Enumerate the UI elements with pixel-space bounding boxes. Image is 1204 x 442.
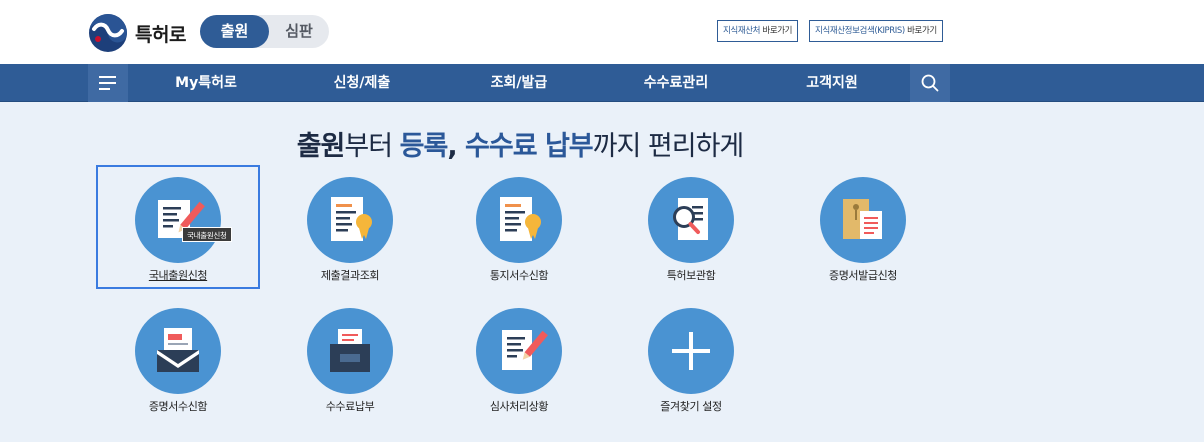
kipris-shortcut-name: 지식재산정보검색(KIPRIS) [815, 26, 905, 36]
main-nav: My특허로 신청/제출 조회/발급 수수료관리 고객지원 [0, 64, 1204, 102]
service-icon-circle [476, 308, 562, 394]
nav-customer-support[interactable]: 고객지원 [774, 64, 890, 102]
pencil-document-icon [158, 200, 205, 238]
service-label: 수수료납부 [325, 400, 375, 413]
tab-application[interactable]: 출원 [200, 15, 269, 48]
service-favorites-settings[interactable]: 즐겨찾기 설정 [611, 298, 771, 418]
tab-trial[interactable]: 심판 [269, 15, 329, 48]
headline-part: 출원 [296, 131, 346, 162]
hover-tooltip: 국내출원신청 [182, 227, 232, 242]
hamburger-icon [99, 82, 116, 84]
service-examination-status[interactable]: 심사처리상황 [439, 298, 599, 418]
service-icon-circle [307, 308, 393, 394]
shortcut-suffix: 바로가기 [760, 26, 793, 36]
nav-apply-submit[interactable]: 신청/제출 [304, 64, 420, 102]
service-fee-payment[interactable]: 수수료납부 [270, 298, 430, 418]
shortcut-suffix: 바로가기 [904, 26, 937, 36]
service-icon-circle [476, 177, 562, 263]
service-submission-results[interactable]: 제출결과조회 [270, 167, 430, 287]
taegeuk-logo-icon [89, 14, 127, 52]
hamburger-menu-button[interactable] [88, 64, 128, 102]
service-domestic-application[interactable]: 국내출원신청 [96, 165, 260, 289]
page-headline: 출원부터 등록, 수수료 납부까지 편리하게 [0, 124, 1040, 163]
search-icon [921, 74, 939, 92]
service-label: 제출결과조회 [320, 269, 380, 282]
service-label: 증명서발급신청 [828, 269, 898, 282]
hamburger-icon [99, 88, 110, 90]
headline-part: 부터 [344, 131, 400, 162]
service-patent-storage[interactable]: 특허보관함 [611, 167, 771, 287]
certificate-document-icon [331, 197, 372, 241]
cabinet-icon [330, 329, 370, 372]
logo-text: 특허로 [135, 23, 186, 46]
envelope-folder-icon [843, 199, 882, 239]
service-notice-inbox[interactable]: 통지서수신함 [439, 167, 599, 287]
mailbox-icon [157, 328, 199, 372]
service-label: 통지서수신함 [489, 269, 549, 282]
certificate-document-icon [500, 197, 541, 241]
service-icon-circle [135, 177, 221, 263]
service-icon-circle [820, 177, 906, 263]
search-button[interactable] [910, 64, 950, 102]
nav-fee-management[interactable]: 수수료관리 [618, 64, 734, 102]
service-certificate-request[interactable]: 증명서발급신청 [783, 167, 943, 287]
headline-part: 수수료 납부 [465, 131, 594, 162]
service-label: 증명서수신함 [148, 400, 208, 413]
ipo-shortcut-name: 지식재산처 [723, 26, 761, 36]
service-label: 심사처리상황 [489, 400, 549, 413]
mode-toggle: 출원 심판 [200, 15, 329, 48]
plus-icon [672, 332, 710, 370]
service-icon-circle [648, 308, 734, 394]
site-logo[interactable]: 특허로 [88, 13, 186, 53]
headline-part: 등록 [399, 131, 449, 162]
nav-inquiry-issue[interactable]: 조회/발급 [461, 64, 577, 102]
service-icon-circle [135, 308, 221, 394]
kipris-shortcut-link[interactable]: 지식재산정보검색(KIPRIS) 바로가기 [809, 20, 943, 42]
magnifier-document-icon [673, 198, 708, 240]
pencil-document-icon [502, 330, 548, 370]
service-label: 즐겨찾기 설정 [660, 400, 722, 413]
hamburger-icon [99, 76, 116, 78]
service-certificate-inbox[interactable]: 증명서수신함 [98, 298, 258, 418]
service-icon-circle [307, 177, 393, 263]
service-label: 특허보관함 [666, 269, 716, 282]
ipo-shortcut-link[interactable]: 지식재산처 바로가기 [717, 20, 799, 42]
headline-part: , [447, 131, 466, 162]
headline-part: 까지 편리하게 [592, 131, 745, 162]
nav-my-patentro[interactable]: My특허로 [148, 64, 264, 102]
top-bar: 특허로 출원 심판 지식재산처 바로가기 지식재산정보검색(KIPRIS) 바로… [0, 0, 1204, 64]
service-icon-circle [648, 177, 734, 263]
service-label: 국내출원신청 [148, 269, 208, 282]
